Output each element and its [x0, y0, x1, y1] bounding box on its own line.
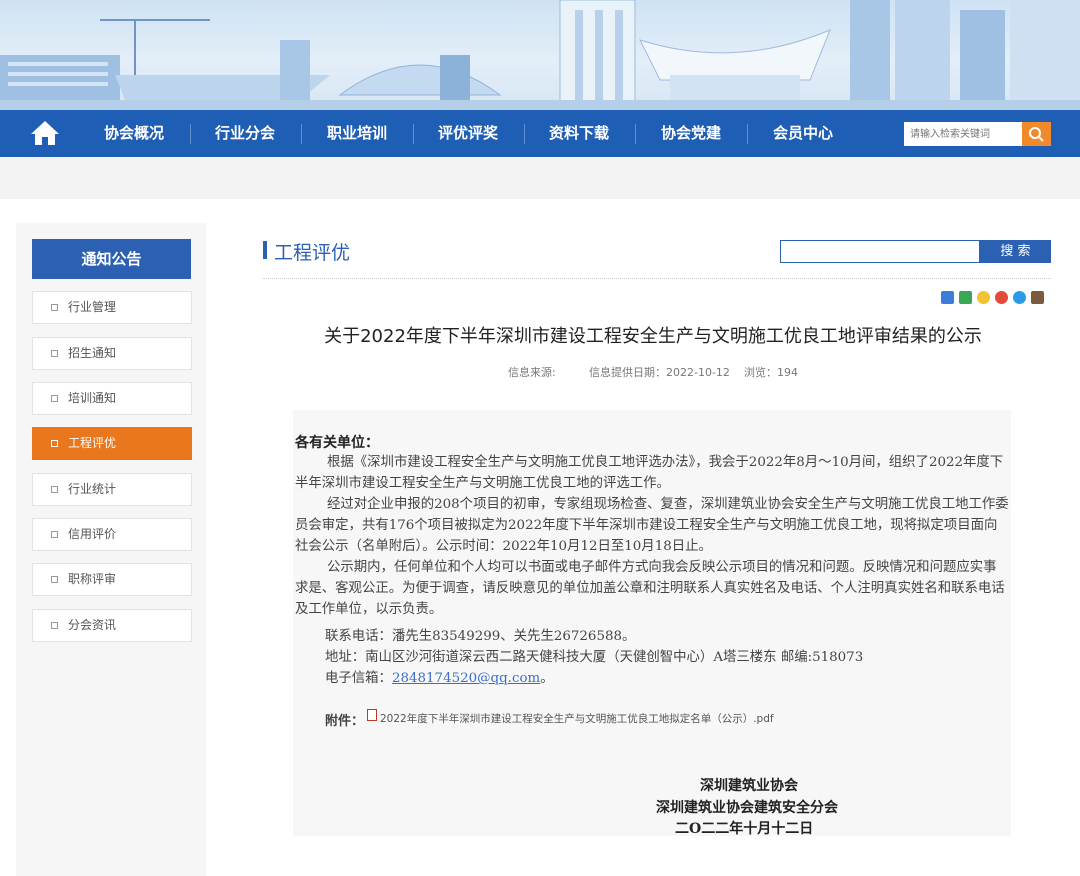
bullet-icon — [51, 576, 58, 583]
salutation: 各有关单位： — [295, 435, 379, 451]
bullet-icon — [51, 486, 58, 493]
sidebar-item-label: 行业管理 — [68, 300, 117, 314]
sidebar-item-statistics[interactable]: 行业统计 — [32, 473, 192, 506]
section-title-marker — [263, 241, 267, 259]
nav-item-downloads[interactable]: 资料下载 — [534, 110, 624, 157]
sidebar-item-project-awards[interactable]: 工程评优 — [32, 427, 192, 460]
bullet-icon — [51, 622, 58, 629]
share-qzone-icon[interactable] — [959, 291, 972, 304]
contact-email-row: 电子信箱：2848174520@qq.com。 — [325, 666, 554, 686]
bullet-icon — [51, 395, 58, 402]
sidebar-item-branch-news[interactable]: 分会资讯 — [32, 609, 192, 642]
sidebar-item-label: 信用评价 — [68, 527, 117, 541]
nav-divider — [190, 124, 191, 144]
nav-search-button[interactable] — [1022, 122, 1051, 146]
nav-divider — [747, 124, 748, 144]
paragraph-1: 根据《深圳市建设工程安全生产与文明施工优良工地评选办法》，我会于2022年8月～… — [295, 455, 1004, 491]
sidebar-item-industry-management[interactable]: 行业管理 — [32, 291, 192, 324]
sidebar-item-label: 分会资讯 — [68, 618, 117, 632]
attachment-label: 附件： — [325, 714, 365, 729]
search-icon — [1029, 127, 1044, 142]
sidebar-item-training-notice[interactable]: 培训通知 — [32, 382, 192, 415]
meta-views: 浏览：194 — [744, 366, 798, 379]
paragraph-3: 公示期内，任何单位和个人均可以书面或电子邮件方式向我会反映公示项目的情况和问题。… — [295, 560, 1005, 617]
nav-item-awards[interactable]: 评优评奖 — [423, 110, 513, 157]
nav-divider — [413, 124, 414, 144]
email-label: 电子信箱： — [325, 671, 392, 686]
email-link[interactable]: 2848174520@qq.com — [392, 671, 540, 686]
bullet-icon — [51, 350, 58, 357]
contact-address: 地址：南山区沙河街道深云西二路天健科技大厦（天健创智中心）A塔三楼东 邮编:51… — [325, 650, 864, 665]
share-weibo-icon[interactable] — [995, 291, 1008, 304]
article-title: 关于2022年度下半年深圳市建设工程安全生产与文明施工优良工地评审结果的公示 — [324, 326, 982, 347]
section-title: 工程评优 — [274, 242, 351, 264]
meta-source: 信息来源: — [508, 366, 556, 379]
signature-branch: 深圳建筑业协会建筑安全分会 — [656, 800, 838, 816]
contact-phone: 联系电话：潘先生83549299、关先生26726588。 — [325, 629, 636, 644]
sidebar-heading: 通知公告 — [32, 239, 191, 279]
divider — [263, 278, 1051, 279]
share-tencent-icon[interactable] — [1013, 291, 1026, 304]
share-renren-icon[interactable] — [1031, 291, 1044, 304]
meta-date: 信息提供日期：2022-10-12 — [589, 366, 730, 379]
nav-item-about[interactable]: 协会概况 — [89, 110, 179, 157]
nav-item-training[interactable]: 职业培训 — [312, 110, 402, 157]
nav-item-party[interactable]: 协会党建 — [646, 110, 736, 157]
sidebar-item-enrollment[interactable]: 招生通知 — [32, 337, 192, 370]
attachment-link[interactable]: 2022年度下半年深圳市建设工程安全生产与文明施工优良工地拟定名单（公示）.pd… — [380, 711, 774, 726]
header-banner — [0, 0, 1080, 110]
sidebar-item-title-review[interactable]: 职称评审 — [32, 563, 192, 596]
signature-association: 深圳建筑业协会 — [700, 778, 798, 794]
sidebar-item-credit-rating[interactable]: 信用评价 — [32, 518, 192, 551]
spacer-band — [0, 157, 1080, 199]
pdf-file-icon — [367, 709, 377, 721]
nav-divider — [635, 124, 636, 144]
sidebar-item-label: 招生通知 — [68, 346, 117, 360]
email-suffix: 。 — [540, 671, 554, 686]
sidebar-item-label: 职称评审 — [68, 572, 117, 586]
city-skyline-illustration — [0, 0, 1080, 110]
bullet-icon — [51, 440, 58, 447]
nav-item-industry-branch[interactable]: 行业分会 — [200, 110, 290, 157]
home-icon[interactable] — [30, 119, 60, 147]
sidebar-item-label: 行业统计 — [68, 482, 117, 496]
article-search-button[interactable]: 搜 索 — [980, 240, 1051, 263]
bullet-icon — [51, 531, 58, 538]
share-star-icon[interactable] — [977, 291, 990, 304]
bullet-icon — [51, 304, 58, 311]
nav-divider — [301, 124, 302, 144]
signature-date: 二O二二年十月十二日 — [675, 821, 814, 837]
sidebar-item-label: 培训通知 — [68, 391, 117, 405]
nav-item-members[interactable]: 会员中心 — [758, 110, 848, 157]
share-plus-icon[interactable] — [941, 291, 954, 304]
sidebar-item-label: 工程评优 — [68, 436, 117, 450]
nav-divider — [524, 124, 525, 144]
article-search-input[interactable] — [780, 240, 980, 263]
spacer-band — [0, 199, 1080, 223]
paragraph-2: 经过对企业申报的208个项目的初审，专家组现场检查、复查，深圳建筑业协会安全生产… — [295, 497, 1009, 554]
nav-search-input[interactable] — [904, 122, 1022, 146]
